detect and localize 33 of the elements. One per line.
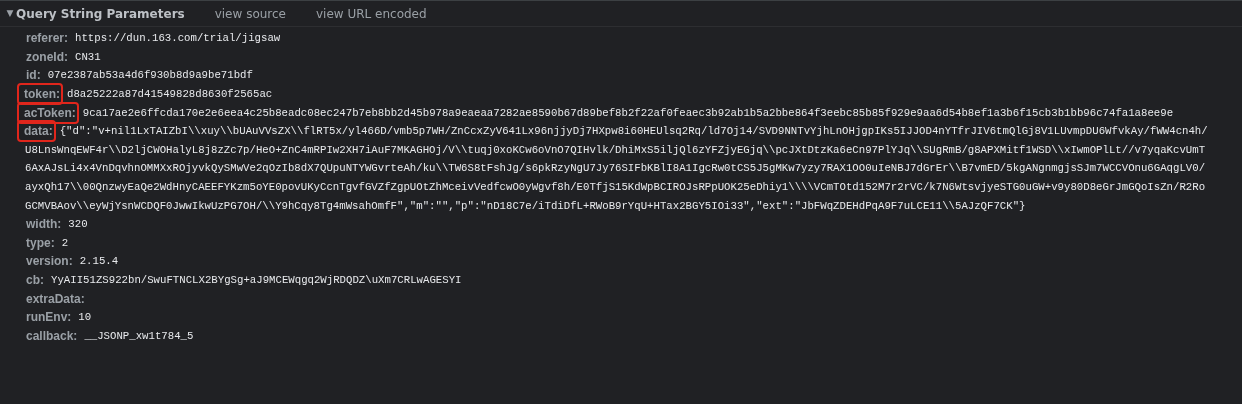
param-key: extraData: (25, 289, 86, 308)
param-key: version: (25, 252, 74, 271)
param-key: type: (25, 233, 56, 252)
view-link[interactable]: view URL encoded (316, 4, 427, 23)
param-key: referer: (25, 29, 70, 48)
param-key: token: (19, 85, 61, 104)
param-key: width: (25, 215, 63, 234)
section-title: Query String Parameters (16, 5, 185, 23)
param-key: id: (25, 66, 42, 85)
param-value: https://dun.163.com/trial/jigsaw (75, 31, 281, 47)
param-value: 320 (68, 217, 88, 233)
param-key: cb: (25, 271, 45, 289)
param-value: 2.15.4 (79, 254, 119, 270)
param-value: __JSONP_xw1t784_5 (84, 328, 194, 344)
param-key: callback: (25, 326, 79, 345)
param-value: 9ca17ae2e6ffcda170e2e6eea4c25b8eadc08ec247b7eb8bb2d45b978a9eaeaa7282ae8590b67d89bef8b2f22af0feaec3b92ab1b5a2bbe864f3eebc85b85f929e9aa6d54b8ef1a3b6f15cb3b1bb96c74fa1a8ee9e (82, 105, 1174, 121)
collapse-toggle[interactable]: ▼ (4, 6, 16, 21)
param-key: runEnv: (25, 308, 73, 327)
param-value: 2 (61, 235, 69, 251)
param-value: 6AxAJsLi4x4VnDqvhnOMMXxROjyvkQySMwVe2qOzIb8dX7QUpuNTYWGvrteAh/ku\\TW6S8tFshJg/s6pkRzyNgU7Jy76SIFbKBlI8A1IgcRw0tCS5J5gMKw7yzy7RAX1OO0uIeNBJ7dGrEr\\B7vmED/5kgANgnmgjsSJm7WCCVOnu6GAqgLV0/ (25, 161, 1206, 177)
param-value: 10 (78, 310, 92, 326)
param-value: {"d":"v+nil1LxTAIZbI\\xuy\\bUAuVVsZX\\flRT5x/yl466D/vmb5p7WH/ZnCcxZyV641Lx96njjyDj7HXpw8i60HEUlsq2Rq/ld7Oj14/SVD9NNTvYjhLnOHjgpIKs5IJJOD4nYTfrJIV6tmQlGj8V1LUvmpDU6WfvkAy/fWW4cn4h/ (59, 124, 1208, 140)
param-value: ayxQh17\\00QnzwyEaQe2WdHnyCAEEFYKzm5oYE0povUKyCcnTgvfGVZfZgpUOtZhMceivVedfcwO0yWgvf8h/E0TfjS15KdWpBCIROJsRPpUOK25eDhiy1\\\\VCmTOtd152M7r2rVC/k7N6WtsvjyeSTG0uGW+v9y80D8eGrJmGQoIsZn/R2Ro (25, 180, 1206, 195)
param-value: d8a25222a87d41549828d8630f2565ac (67, 87, 273, 103)
param-key: acToken: (19, 103, 77, 122)
param-value: U8LnsWnqEWF4r\\D2ljCWOHalyL8j8zZc7p/HeO+ZnC4mRPIw2XH7iAuF7MKAGHOj/V\\tuqj0xoKCw6oVnO7QIHvlk/DhiMxS5iljQl6zYFZjyEGjq\\pcJXtDtzKa6eCn97PlYJq\\SUgRmB/g8APXMitf1WSD\\xIwmOPlLt//v7yqaKcvUmT (25, 142, 1206, 158)
param-value: 07e2387ab53a4d6f930b8d9a9be71bdf (47, 68, 253, 84)
param-value: CN31 (75, 49, 101, 65)
param-key: zoneId: (25, 47, 69, 66)
param-key: data: (19, 122, 54, 141)
param-value: GCMVBAov\\eyWjYsnWCDQF0JwwIkwUzPG7OH/\\Y9hCqy8Tg4mWsahOmfF","m":"","p":"nD18C7e/iTdiDfL+RWoB9rYqU+HTax2BGY5IOi33","ext":"JbFWqZDEHdPqA9F7uLCE11\\5AJzQF7CK"} (25, 198, 1026, 214)
view-link[interactable]: view source (214, 4, 286, 23)
param-value: YyAII51ZS922bn/SwuFTNCLX2BYgSg+aJ9MCEWqgq2WjRDQDZ\uXm7CRLwAGESYI (51, 273, 462, 288)
